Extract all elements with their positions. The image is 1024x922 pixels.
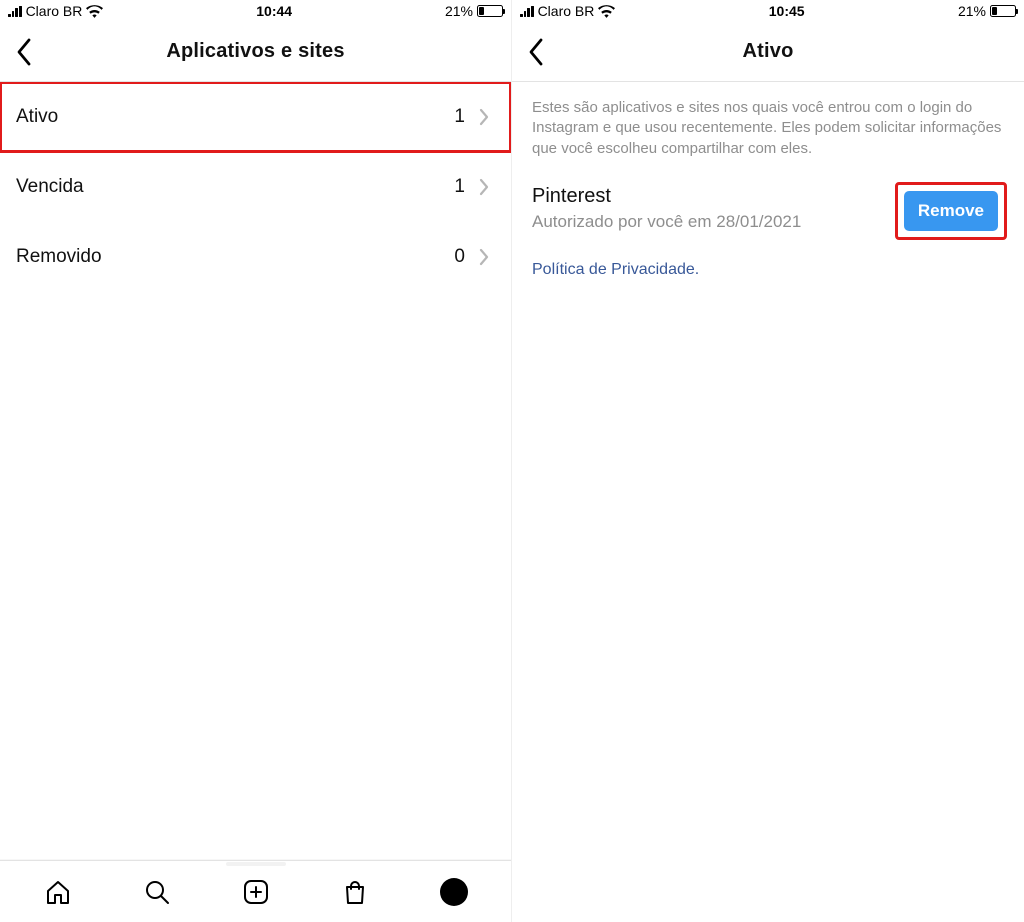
page-title: Ativo — [743, 40, 794, 63]
remove-button[interactable]: Remove — [904, 191, 998, 231]
section-description: Estes são aplicativos e sites nos quais … — [512, 82, 1024, 179]
row-ativo[interactable]: Ativo 1 — [0, 82, 511, 152]
cellular-signal-icon — [520, 6, 534, 17]
status-right-cluster: 21% — [958, 3, 1016, 19]
tab-profile[interactable] — [434, 872, 474, 912]
wifi-icon — [598, 5, 615, 18]
privacy-policy-link[interactable]: Política de Privacidade. — [512, 247, 1024, 279]
back-button[interactable] — [516, 32, 556, 72]
row-count: 1 — [454, 106, 465, 128]
page-header-left: Aplicativos e sites — [0, 22, 511, 82]
chevron-left-icon — [527, 38, 545, 66]
carrier-label: Claro BR — [538, 3, 595, 19]
row-removido[interactable]: Removido 0 — [0, 222, 511, 292]
home-icon — [44, 878, 72, 906]
row-vencida[interactable]: Vencida 1 — [0, 152, 511, 222]
search-icon — [143, 878, 171, 906]
shopping-bag-icon — [341, 878, 369, 906]
row-label: Vencida — [16, 176, 84, 198]
decorative-divider — [226, 862, 286, 866]
battery-icon — [477, 5, 503, 17]
battery-pct-label: 21% — [445, 3, 473, 19]
row-count: 1 — [454, 176, 465, 198]
screen-ativo-detail: Claro BR 10:45 21% Ativo Estes são aplic… — [512, 0, 1024, 922]
chevron-left-icon — [15, 38, 33, 66]
wifi-icon — [86, 5, 103, 18]
tab-shop[interactable] — [335, 872, 375, 912]
tab-search[interactable] — [137, 872, 177, 912]
connected-app-item: Pinterest Autorizado por você em 28/01/2… — [512, 179, 1024, 247]
status-bar-right: Claro BR 10:45 21% — [512, 0, 1024, 22]
clock-label: 10:44 — [256, 3, 292, 19]
plus-square-icon — [242, 878, 270, 906]
row-label: Ativo — [16, 106, 58, 128]
battery-icon — [990, 5, 1016, 17]
apps-sites-list: Ativo 1 Vencida 1 Removido — [0, 82, 511, 860]
bottom-tab-bar — [0, 860, 511, 922]
avatar-icon — [440, 878, 468, 906]
connected-app-authorized: Autorizado por você em 28/01/2021 — [532, 212, 801, 232]
tab-home[interactable] — [38, 872, 78, 912]
row-label: Removido — [16, 246, 102, 268]
row-count: 0 — [454, 246, 465, 268]
status-bar-left: Claro BR 10:44 21% — [0, 0, 511, 22]
clock-label: 10:45 — [769, 3, 805, 19]
back-button[interactable] — [4, 32, 44, 72]
chevron-right-icon — [479, 178, 489, 196]
highlight-annotation: Remove — [898, 185, 1004, 237]
chevron-right-icon — [479, 248, 489, 266]
carrier-label: Claro BR — [26, 3, 83, 19]
page-header-right: Ativo — [512, 22, 1024, 82]
connected-app-name: Pinterest — [532, 185, 801, 208]
tab-new-post[interactable] — [236, 872, 276, 912]
battery-pct-label: 21% — [958, 3, 986, 19]
connected-app-info: Pinterest Autorizado por você em 28/01/2… — [532, 185, 801, 232]
status-left-cluster: Claro BR — [520, 3, 615, 19]
status-left-cluster: Claro BR — [8, 3, 103, 19]
page-title: Aplicativos e sites — [166, 40, 344, 63]
cellular-signal-icon — [8, 6, 22, 17]
status-right-cluster: 21% — [445, 3, 503, 19]
chevron-right-icon — [479, 108, 489, 126]
screen-apps-and-sites: Claro BR 10:44 21% Aplicativos e sites A… — [0, 0, 512, 922]
